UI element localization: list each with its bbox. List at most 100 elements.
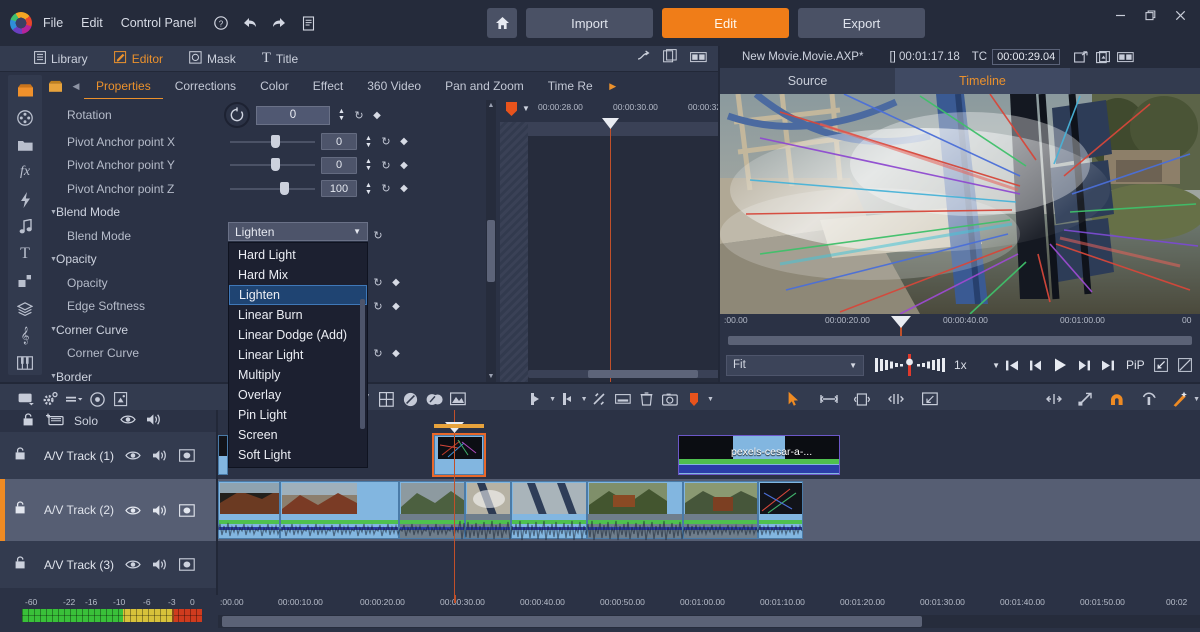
pivot-z-keyframe-icon[interactable]: ◆ xyxy=(398,183,410,194)
tab-360-video[interactable]: 360 Video xyxy=(355,74,433,98)
timeline-playhead[interactable] xyxy=(454,410,455,595)
play-icon[interactable] xyxy=(1048,357,1072,373)
piano-icon[interactable] xyxy=(11,352,39,375)
blend-mode-dropdown[interactable]: Hard Light Hard Mix Lighten Linear Burn … xyxy=(228,242,368,468)
timeline-ruler[interactable]: :00.00 00:00:10.00 00:00:20.00 00:00:30.… xyxy=(218,595,1200,615)
ball-icon[interactable] xyxy=(399,386,423,412)
select-arrow-icon[interactable] xyxy=(781,386,805,412)
chevron-down-icon[interactable]: ▼ xyxy=(549,396,556,403)
corner-curve-keyframe-icon[interactable]: ◆ xyxy=(390,348,402,359)
timeline-clip-partial[interactable] xyxy=(218,435,228,475)
tab-color[interactable]: Color xyxy=(248,74,301,98)
rotation-keyframe-icon[interactable]: ◆ xyxy=(371,110,383,121)
opacity-reset-icon[interactable]: ↻ xyxy=(372,276,384,289)
snapshot-icon[interactable] xyxy=(1092,51,1114,64)
pivot-y-value[interactable]: 0 xyxy=(321,157,357,174)
lightning-icon[interactable] xyxy=(11,188,39,211)
tab-effect[interactable]: Effect xyxy=(301,74,355,98)
chevron-down-icon[interactable]: ▼ xyxy=(1193,396,1200,403)
snapshot-panel-icon[interactable] xyxy=(109,386,133,412)
preview-scrollbar[interactable] xyxy=(728,336,1192,345)
lock-icon[interactable] xyxy=(14,556,28,574)
chevron-down-icon[interactable]: ▼ xyxy=(522,104,530,113)
shuttle-control[interactable] xyxy=(874,354,946,376)
undo-icon[interactable] xyxy=(239,12,261,34)
edge-softness-reset-icon[interactable]: ↻ xyxy=(372,300,384,313)
transition-icon[interactable] xyxy=(422,386,446,412)
zoom-mode-select[interactable]: Fit ▼ xyxy=(726,355,864,376)
transition-icon[interactable] xyxy=(11,270,39,293)
ripple-icon[interactable] xyxy=(1042,386,1066,412)
dropdown-item-linear-dodge-add[interactable]: Linear Dodge (Add) xyxy=(229,325,367,345)
property-group-blend-mode[interactable]: ▼ Blend Mode xyxy=(42,201,452,225)
properties-scrollbar[interactable]: ▲ ▼ xyxy=(486,100,496,382)
enhance-wand-icon[interactable] xyxy=(1168,386,1192,412)
keyframe-marker-icon[interactable] xyxy=(506,102,517,116)
title-T-icon[interactable]: T xyxy=(11,243,39,266)
dropdown-scrollbar[interactable] xyxy=(360,299,365,429)
opacity-keyframe-icon[interactable]: ◆ xyxy=(390,277,402,288)
timeline-clip-selected[interactable] xyxy=(434,435,484,475)
home-button[interactable] xyxy=(487,8,517,38)
dropdown-item-linear-burn[interactable]: Linear Burn xyxy=(229,305,367,325)
tab-title[interactable]: T Title xyxy=(262,50,298,67)
mask-icon[interactable] xyxy=(179,504,195,517)
split-icon[interactable] xyxy=(588,386,612,412)
timeline-hscrollbar-thumb[interactable] xyxy=(222,616,922,627)
crop-icon[interactable] xyxy=(918,386,942,412)
video-preview[interactable] xyxy=(720,94,1200,314)
folder-icon[interactable] xyxy=(11,134,39,157)
pivot-z-value[interactable]: 100 xyxy=(321,180,357,197)
chevron-down-icon[interactable]: ▼ xyxy=(707,396,714,403)
speaker-icon[interactable] xyxy=(152,558,168,571)
slide-icon[interactable] xyxy=(884,386,908,412)
split-view-icon[interactable] xyxy=(690,50,707,68)
edge-softness-keyframe-icon[interactable]: ◆ xyxy=(390,301,402,312)
pivot-y-stepper[interactable]: ▲▼ xyxy=(363,157,374,174)
pivot-y-reset-icon[interactable]: ↻ xyxy=(380,159,392,172)
duplicate-icon[interactable] xyxy=(663,49,677,68)
mini-timeline-playhead[interactable] xyxy=(610,122,611,382)
pivot-x-value[interactable]: 0 xyxy=(321,133,357,150)
eye-icon[interactable] xyxy=(125,505,141,516)
grid-icon[interactable] xyxy=(375,386,399,412)
menu-edit[interactable]: Edit xyxy=(74,12,110,34)
track-header-1[interactable]: A/V Track (1) xyxy=(0,432,218,479)
delete-icon[interactable] xyxy=(635,386,659,412)
track-header-divider[interactable] xyxy=(216,410,218,595)
pivot-y-keyframe-icon[interactable]: ◆ xyxy=(398,160,410,171)
pivot-x-reset-icon[interactable]: ↻ xyxy=(380,135,392,148)
pivot-x-keyframe-icon[interactable]: ◆ xyxy=(398,136,410,147)
clef-icon[interactable]: 𝄞 xyxy=(11,324,39,347)
timeline-clip-pexels[interactable]: pexels-cesar-a-... xyxy=(678,435,840,475)
blend-mode-select[interactable]: Lighten ▼ xyxy=(228,222,368,241)
import-button[interactable]: Import xyxy=(526,8,653,38)
fullscreen-icon[interactable] xyxy=(1149,358,1173,372)
menu-file[interactable]: File xyxy=(36,12,70,34)
chevron-down-icon[interactable]: ▼ xyxy=(581,396,588,403)
scroll-up-icon[interactable]: ▲ xyxy=(486,100,496,111)
track-header-3[interactable]: A/V Track (3) xyxy=(0,541,218,588)
speaker-icon[interactable] xyxy=(152,504,168,517)
tab-library[interactable]: Library xyxy=(34,51,88,67)
lock-icon[interactable] xyxy=(14,447,28,465)
music-note-icon[interactable] xyxy=(11,215,39,238)
eye-icon[interactable] xyxy=(125,450,141,461)
popout-icon[interactable] xyxy=(1070,51,1092,63)
dual-view-icon[interactable] xyxy=(1114,51,1136,63)
rotation-stepper[interactable]: ▲▼ xyxy=(336,107,347,124)
add-track-icon[interactable] xyxy=(46,413,64,429)
close-button[interactable] xyxy=(1166,2,1194,28)
dropdown-item-hard-mix[interactable]: Hard Mix xyxy=(229,265,367,285)
track-manager-icon[interactable] xyxy=(62,386,86,412)
timeline-track-3[interactable] xyxy=(218,541,1200,588)
dropdown-item-pin-light[interactable]: Pin Light xyxy=(229,405,367,425)
tab-corrections[interactable]: Corrections xyxy=(163,74,248,98)
chroma-icon[interactable] xyxy=(446,386,470,412)
export-button[interactable]: Export xyxy=(798,8,925,38)
marker-icon[interactable] xyxy=(682,386,706,412)
tab-editor[interactable]: Editor xyxy=(114,51,163,67)
corner-curve-reset-icon[interactable]: ↻ xyxy=(372,347,384,360)
playback-speed-select[interactable]: 1x ▼ xyxy=(954,358,1000,372)
dropdown-item-hard-light[interactable]: Hard Light xyxy=(229,245,367,265)
